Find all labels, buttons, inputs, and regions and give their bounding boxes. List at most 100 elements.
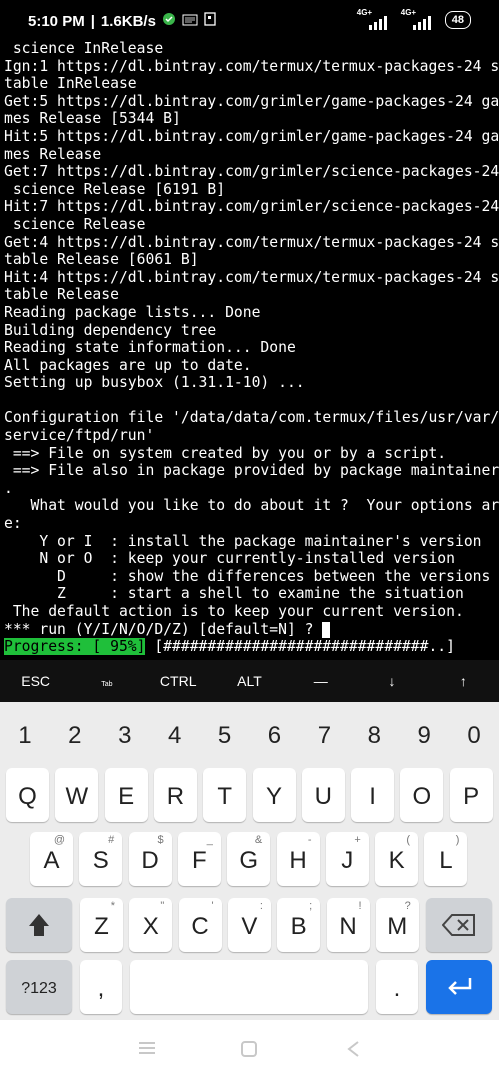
- esc-key[interactable]: ESC: [0, 660, 71, 702]
- status-right: 4G+ 4G+ 48: [357, 8, 471, 30]
- number-key-1[interactable]: 1: [0, 716, 50, 756]
- extra-keys-row: ESC Tab CTRL ALT — ↓ ↑: [0, 660, 499, 702]
- key-s[interactable]: S #: [79, 832, 123, 886]
- key-y[interactable]: Y: [252, 768, 296, 822]
- number-key-9[interactable]: 9: [399, 716, 449, 756]
- number-key-7[interactable]: 7: [299, 716, 349, 756]
- battery-icon: 48: [444, 11, 471, 29]
- key-v-label: V: [241, 913, 258, 940]
- key-c-alt-label: ': [211, 900, 214, 912]
- comma-key-label: ,: [97, 975, 105, 1002]
- key-l-label: L: [439, 847, 453, 874]
- period-key[interactable]: .: [376, 960, 418, 1014]
- arrow-down-key[interactable]: ↓: [356, 660, 427, 702]
- key-l[interactable]: L): [424, 832, 468, 886]
- space-key[interactable]: [130, 960, 368, 1014]
- key-g-alt-label: &: [254, 834, 263, 846]
- key-q[interactable]: Q: [6, 768, 49, 822]
- key-i[interactable]: I: [351, 768, 395, 822]
- key-i-label: I: [369, 783, 376, 810]
- key-f[interactable]: F _: [177, 832, 221, 886]
- key-a[interactable]: A @: [30, 832, 73, 886]
- key-v-alt-label: :: [259, 900, 263, 912]
- key-o[interactable]: O: [400, 768, 444, 822]
- key-r-label: R: [166, 783, 185, 810]
- key-t-label: T: [217, 783, 233, 810]
- key-r[interactable]: R: [153, 768, 197, 822]
- key-z-label: Z: [94, 913, 109, 940]
- key-a-label: A: [43, 847, 60, 874]
- number-key-0[interactable]: 0: [449, 716, 499, 756]
- key-u[interactable]: U: [301, 768, 345, 822]
- signal-icon-1: 4G+: [357, 8, 393, 30]
- number-key-4[interactable]: 4: [150, 716, 200, 756]
- status-time: 5:10 PM: [28, 12, 85, 30]
- ctrl-key[interactable]: CTRL: [143, 660, 214, 702]
- key-j-alt-label: +: [354, 834, 361, 846]
- key-e[interactable]: E: [104, 768, 148, 822]
- key-j[interactable]: J +: [325, 832, 369, 886]
- tab-key-label: Tab: [101, 681, 113, 688]
- key-s-alt-label: #: [108, 834, 115, 846]
- key-d-label: D: [141, 847, 159, 874]
- key-d[interactable]: D $: [128, 832, 172, 886]
- status-sep: |: [90, 12, 95, 30]
- alt-key[interactable]: ALT: [214, 660, 285, 702]
- enter-icon: [446, 976, 474, 1003]
- key-f-label: F: [192, 847, 207, 874]
- key-h[interactable]: H-: [276, 832, 320, 886]
- key-s-label: S: [92, 847, 109, 874]
- comma-key[interactable]: ,: [80, 960, 122, 1014]
- key-j-label: J: [341, 847, 354, 874]
- key-b[interactable]: B;: [277, 898, 321, 952]
- key-n[interactable]: N!: [326, 898, 370, 952]
- key-u-label: U: [314, 783, 332, 810]
- key-e-label: E: [118, 783, 135, 810]
- home-nav-icon[interactable]: [240, 1040, 258, 1062]
- key-w[interactable]: W: [55, 768, 99, 822]
- dash-key[interactable]: —: [285, 660, 356, 702]
- number-key-8[interactable]: 8: [349, 716, 399, 756]
- number-key-2[interactable]: 2: [50, 716, 100, 756]
- key-p[interactable]: P: [449, 768, 493, 822]
- message-icon: [182, 13, 198, 30]
- key-q-label: Q: [18, 783, 37, 810]
- key-p-label: P: [463, 783, 480, 810]
- number-key-6[interactable]: 6: [250, 716, 300, 756]
- key-x[interactable]: X ": [129, 898, 173, 952]
- period-key-label: .: [393, 975, 401, 1002]
- key-a-alt-label: @: [53, 834, 65, 846]
- key-c[interactable]: C ': [178, 898, 222, 952]
- progress-label: Progress: [ 95%]: [4, 638, 146, 655]
- progress-line: Progress: [ 95%] [######################…: [4, 638, 455, 656]
- arrow-up-key[interactable]: ↑: [428, 660, 499, 702]
- key-n-alt-label: !: [358, 900, 362, 912]
- symbols-key[interactable]: ?123: [6, 960, 72, 1014]
- key-v[interactable]: V:: [227, 898, 271, 952]
- key-k[interactable]: K(: [375, 832, 419, 886]
- key-x-label: X: [142, 913, 159, 940]
- battery-level: 48: [451, 14, 464, 26]
- key-b-alt-label: ;: [309, 900, 313, 912]
- signal-icon-2: 4G+: [401, 8, 437, 30]
- key-z-alt-label: *: [110, 900, 115, 912]
- number-key-5[interactable]: 5: [200, 716, 250, 756]
- key-t[interactable]: T: [203, 768, 247, 822]
- terminal-output[interactable]: science InRelease Ign:1 https://dl.bintr…: [0, 40, 499, 658]
- menu-nav-icon[interactable]: [138, 1040, 156, 1060]
- status-bar: 5:10 PM | 1.6KB/s 4G+ 4G+ 48: [0, 0, 499, 40]
- key-g[interactable]: G &: [227, 832, 271, 886]
- key-m-label: M: [387, 913, 408, 940]
- key-m[interactable]: M?: [375, 898, 419, 952]
- backspace-key[interactable]: [426, 898, 492, 952]
- terminal-prompt: *** run (Y/I/N/O/D/Z) [default=N] ?: [4, 620, 323, 638]
- number-row: 1234567890: [0, 716, 499, 756]
- back-nav-icon[interactable]: [346, 1040, 360, 1062]
- key-l-alt-label: ): [455, 834, 460, 846]
- number-key-3[interactable]: 3: [100, 716, 150, 756]
- key-z[interactable]: Z *: [80, 898, 123, 952]
- key-b-label: B: [290, 913, 307, 940]
- enter-key[interactable]: [426, 960, 492, 1014]
- shift-key[interactable]: [6, 898, 72, 952]
- tab-key[interactable]: Tab: [71, 660, 142, 702]
